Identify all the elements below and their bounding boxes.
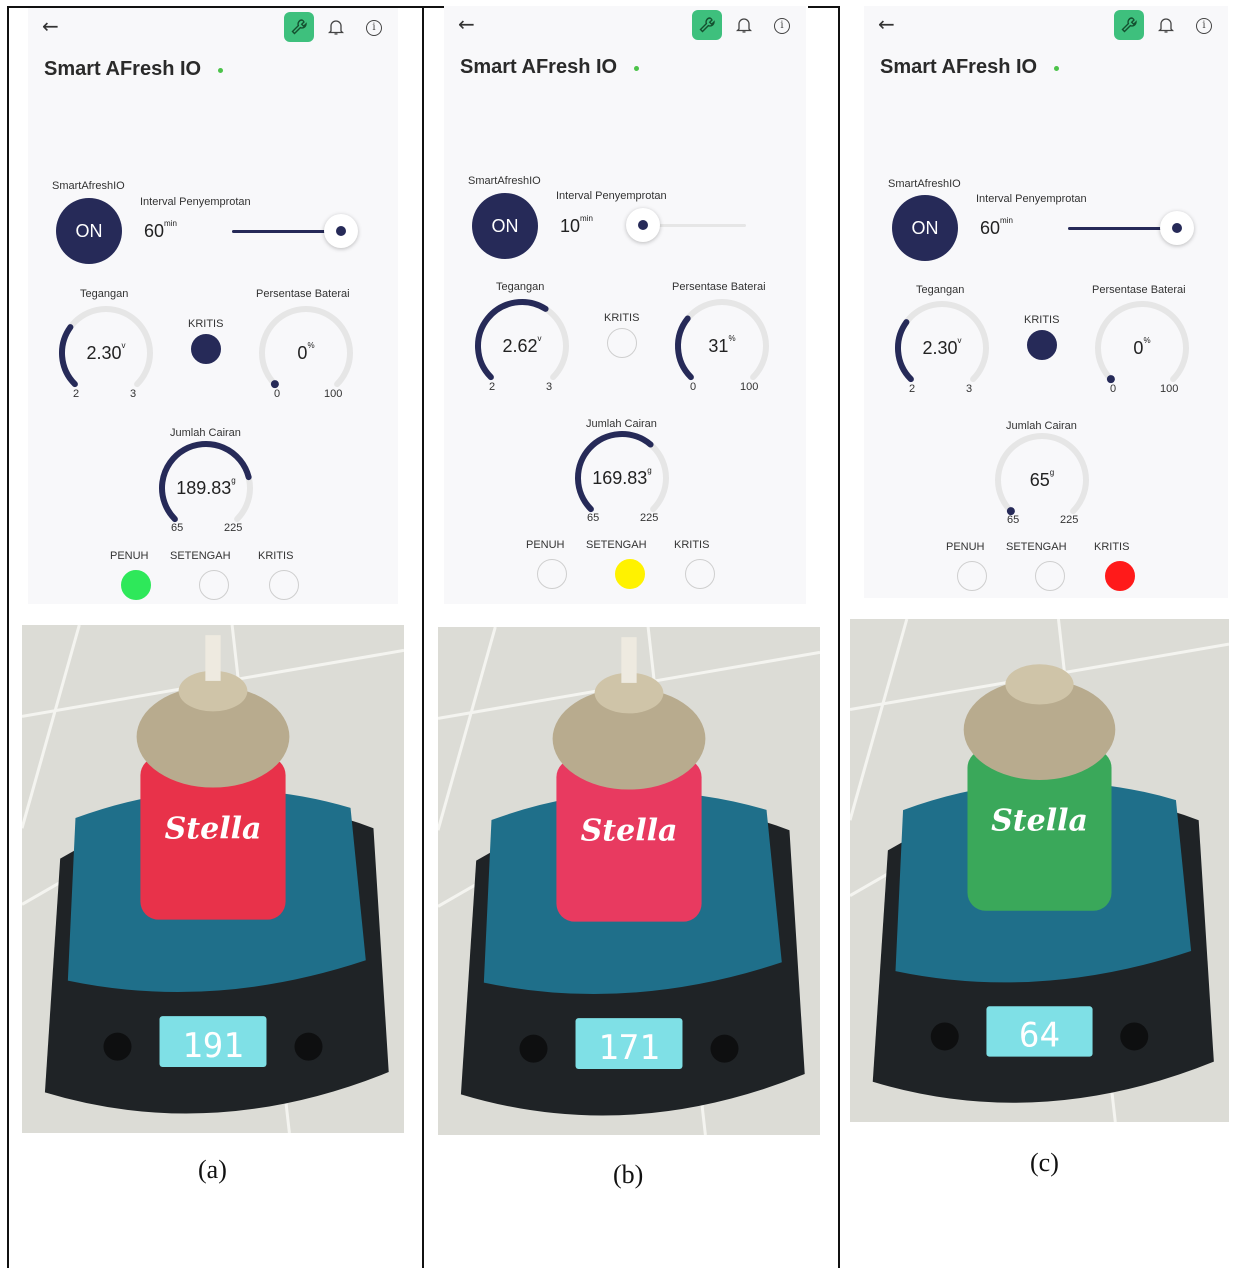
status-indicator-kritis [1105, 561, 1135, 591]
kritis-label: KRITIS [1024, 314, 1060, 326]
unit-button [930, 1022, 959, 1051]
kritis-indicator [1027, 330, 1057, 360]
battery-min: 0 [1110, 383, 1117, 395]
voltage-max: 3 [966, 383, 973, 395]
interval-value: 60min [980, 216, 1013, 239]
liquid-value: 65g [992, 468, 1092, 491]
status-label-kritis: KRITIS [1094, 541, 1130, 553]
online-status-dot [1054, 66, 1059, 71]
voltage-number: 2.30 [922, 338, 958, 358]
liquid-number: 65 [1029, 470, 1050, 490]
liquid-max: 225 [1060, 514, 1079, 526]
interval-label: Interval Penyemprotan [976, 193, 1087, 205]
battery-number: 0 [1133, 338, 1144, 358]
app-title: Smart AFresh IO [880, 56, 1038, 78]
scale-reading: 64 [1019, 1016, 1060, 1056]
product-photo: 64 Stella [850, 619, 1229, 1122]
bell-icon[interactable] [1157, 16, 1175, 38]
voltage-label: Tegangan [916, 284, 965, 296]
interval-slider-fill [1068, 227, 1166, 230]
voltage-value: 2.30v [898, 336, 986, 359]
battery-gauge-marker [1106, 375, 1115, 384]
battery-unit: % [1143, 336, 1151, 345]
voltage-unit: v [957, 336, 962, 345]
can-cap [1005, 664, 1074, 705]
interval-unit: min [1000, 216, 1013, 225]
device-label: SmartAfreshIO [888, 178, 961, 190]
interval-number: 60 [980, 218, 1001, 238]
back-arrow-icon[interactable]: ← [878, 12, 895, 36]
status-label-penuh: PENUH [946, 541, 985, 553]
status-indicator-setengah [1035, 561, 1065, 591]
figure-caption: (c) [1030, 1148, 1059, 1177]
wrench-icon[interactable] [1114, 10, 1144, 40]
can-brand: Stella [991, 803, 1088, 838]
on-button[interactable]: ON [892, 195, 958, 261]
battery-label: Persentase Baterai [1092, 284, 1186, 296]
tare-button [1120, 1022, 1149, 1051]
voltage-min: 2 [909, 383, 916, 395]
status-indicator-penuh [957, 561, 987, 591]
photo-scene: 64 Stella [850, 619, 1229, 1122]
battery-value: 0% [1098, 336, 1186, 359]
liquid-min: 65 [1007, 514, 1020, 526]
panel-2: ← i Smart AFresh IO SmartAfreshIO Interval P… [0, 0, 1253, 1268]
interval-slider-thumb[interactable] [1160, 211, 1194, 245]
battery-max: 100 [1160, 383, 1179, 395]
status-label-setengah: SETENGAH [1006, 541, 1067, 553]
info-icon[interactable]: i [1196, 18, 1212, 34]
app-screen: ← i Smart AFresh IO SmartAfreshIO Interval P… [864, 6, 1228, 598]
liquid-unit: g [1049, 468, 1055, 477]
